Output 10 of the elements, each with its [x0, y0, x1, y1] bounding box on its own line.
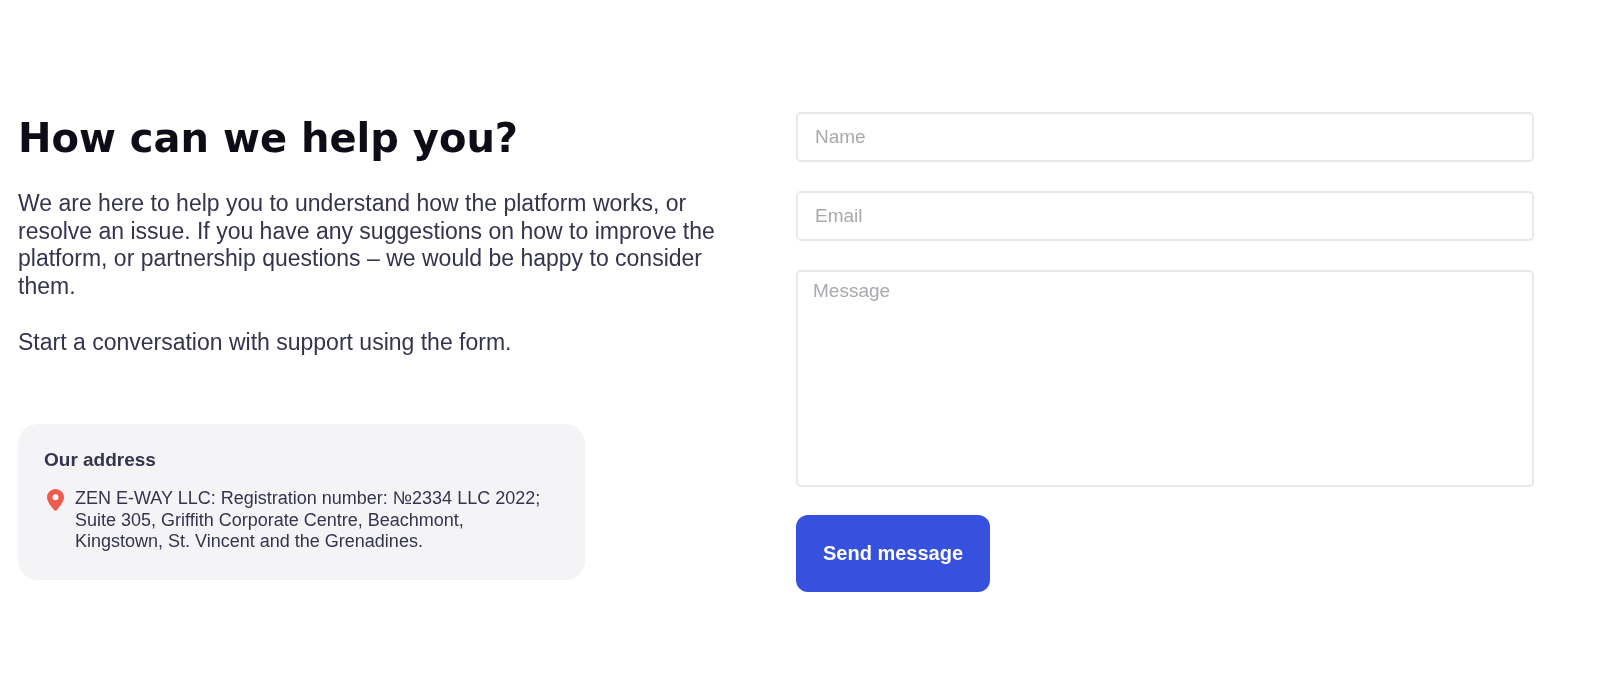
intro-paragraph: Start a conversation with support using the form. — [18, 328, 513, 357]
location-pin-icon — [47, 489, 64, 512]
address-title: Our address — [44, 448, 157, 473]
page-heading: How can we help you? — [18, 114, 520, 162]
address-text: ZEN E-WAY LLC: Registration number: №2334 LLC 2022; Suite 305, Griffith Corporate Centre, Beachmont, Kingstown, St. Vincent and the Grenadines. — [75, 488, 542, 553]
intro-paragraph: We are here to help you to understand how the platform works, or resolve an issue. If you have any suggestions on how to improve the platform, or partnership questions – we would be happy to consider them. — [18, 190, 716, 301]
textarea-field[interactable]: Message — [796, 270, 1534, 487]
text-input-field[interactable]: Email — [796, 191, 1534, 241]
send-message-button[interactable]: Send message — [796, 515, 990, 592]
text-input-field[interactable]: Name — [796, 112, 1534, 162]
